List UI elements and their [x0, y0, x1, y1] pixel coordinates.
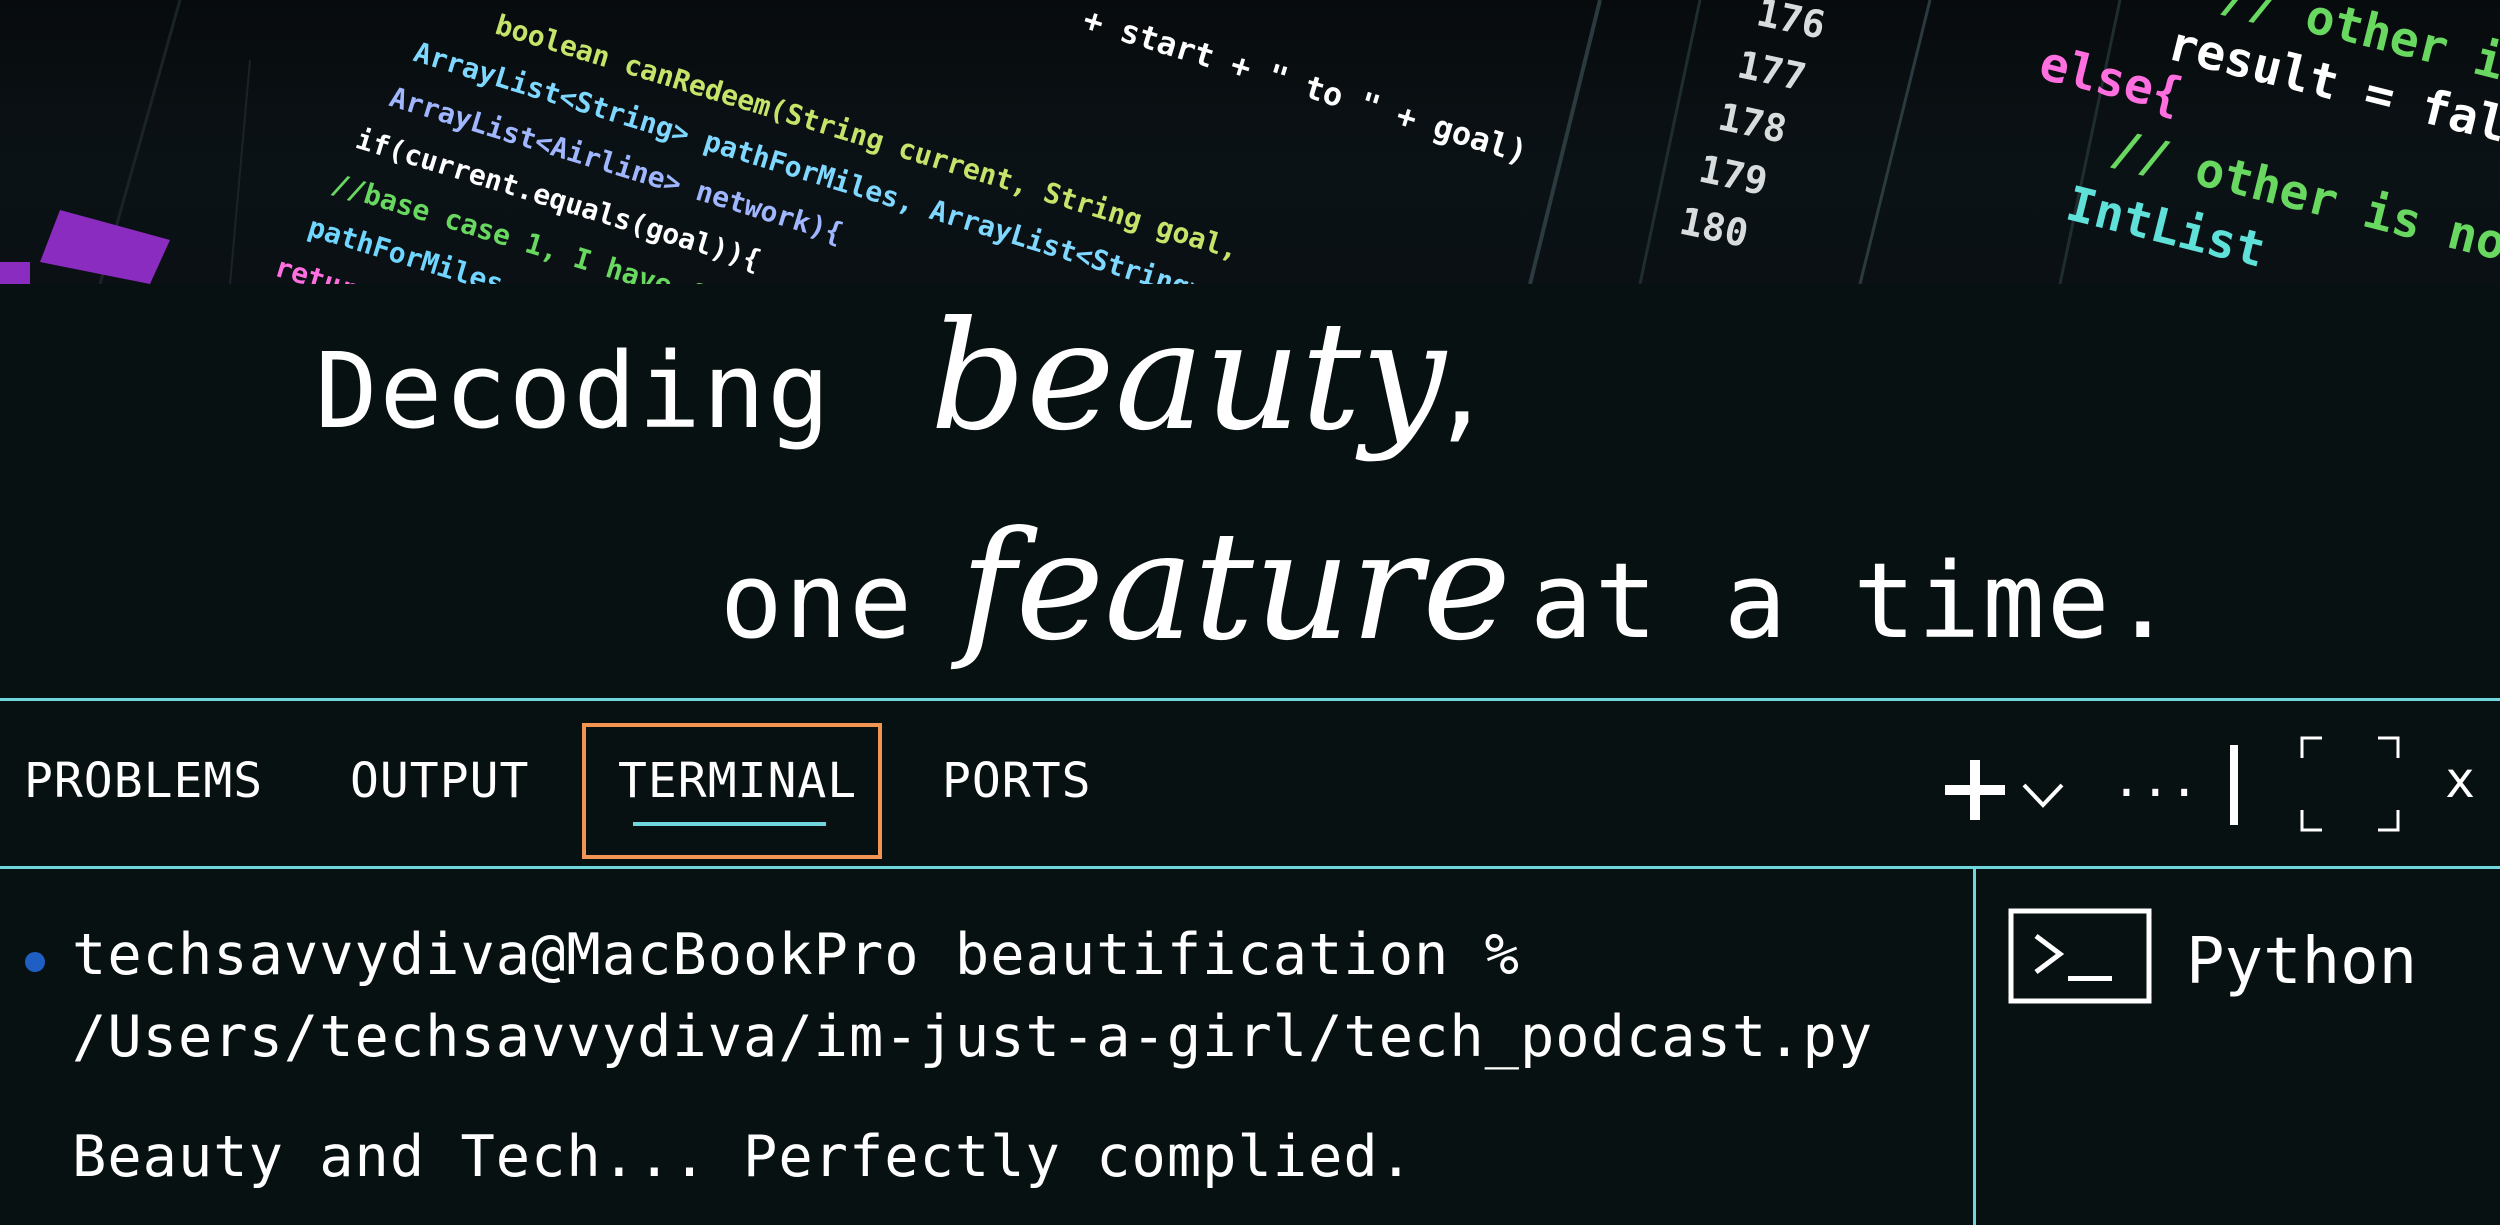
line-number: 179 [1695, 147, 1771, 204]
tagline-script-beauty: beauty [930, 290, 1446, 464]
command-status-dot [25, 952, 45, 972]
code-photo: boolean canRedeem(String current, String… [0, 0, 2500, 284]
maximize-icon[interactable] [2300, 736, 2400, 832]
line-number: 178 [1714, 94, 1790, 151]
tab-problems[interactable]: PROBLEMS [24, 721, 263, 841]
tagline-script-feature: feature [960, 500, 1512, 674]
toolbar-separator [2230, 745, 2238, 825]
tagline-word-decoding: Decoding [315, 330, 832, 452]
terminal-prompt: techsavvydiva@MacBookPro beautification … [72, 922, 1520, 988]
tagline-comma: , [1430, 330, 1495, 452]
tagline-word-at-a-time: at a time. [1530, 540, 2177, 662]
chevron-down-icon[interactable] [2020, 775, 2066, 815]
tab-terminal-underline [633, 822, 826, 826]
tab-output[interactable]: OUTPUT [350, 721, 529, 841]
line-number: 180 [1676, 199, 1752, 256]
terminal-output-line: Beauty and Tech... Perfectly complied. [72, 1124, 1415, 1190]
plus-icon[interactable] [1940, 755, 2010, 825]
shell-name-python[interactable]: Python [2186, 925, 2417, 999]
terminal-sidebar-divider[interactable] [1973, 869, 1976, 1225]
more-actions-button[interactable]: ... [2112, 745, 2199, 815]
line-number: 176 [1753, 0, 1829, 48]
tab-ports[interactable]: PORTS [942, 721, 1092, 841]
code-line: + start + " to " + goal) [1079, 0, 1532, 172]
line-number: 177 [1734, 42, 1810, 99]
terminal-icon[interactable] [2008, 908, 2152, 1004]
close-panel-button[interactable]: x [2445, 745, 2475, 815]
tagline-word-one: one [720, 540, 914, 662]
terminal-command: /Users/techsavvydiva/im-just-a-girl/tech… [72, 1004, 1874, 1070]
code-photo-banner: boolean canRedeem(String current, String… [0, 0, 2500, 284]
